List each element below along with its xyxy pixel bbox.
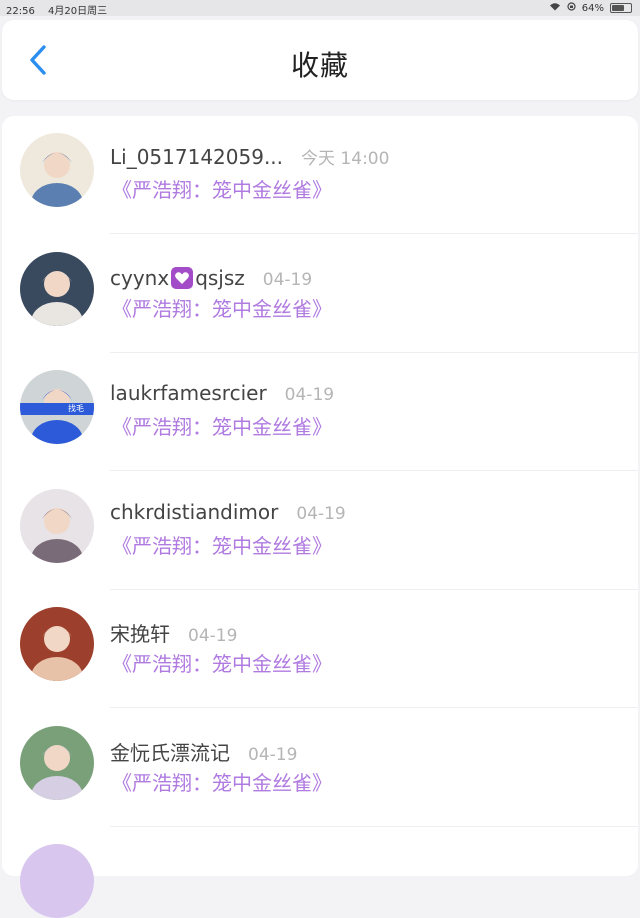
avatar[interactable] (20, 251, 94, 326)
timestamp: 04-19 (262, 269, 313, 290)
avatar[interactable] (20, 725, 94, 800)
timestamp: 04-19 (296, 503, 346, 524)
story-title-link[interactable]: 《严浩翔：笼中金丝雀》 (112, 174, 332, 203)
navigation-bar: 收藏 (2, 20, 638, 100)
user-name[interactable]: cyynx qsjsz (110, 263, 245, 290)
battery-percent: 64% (581, 2, 604, 14)
wifi-icon (549, 2, 561, 14)
page-title: 收藏 (290, 49, 349, 82)
list-item[interactable]: 找毛 laukrfamesrcier 04-19 《严浩翔：笼中金丝雀》 (2, 353, 638, 471)
user-name[interactable]: laukrfamesrcier (110, 381, 267, 405)
name-line: 宋挽轩 04-19 (110, 618, 237, 647)
story-title-link[interactable]: 《严浩翔：笼中金丝雀》 (112, 411, 332, 440)
divider (110, 825, 638, 827)
list-item[interactable]: cyynx qsjsz 04-19 《严浩翔：笼中金丝雀》 (2, 235, 638, 353)
name-line: 金忨氏漂流记 04-19 (110, 737, 297, 766)
favorites-list: Li_0517142059... 今天 14:00 《严浩翔：笼中金丝雀》 cyynx… (2, 116, 638, 918)
list-item[interactable]: 金忨氏漂流记 04-19 《严浩翔：笼中金丝雀》 (2, 709, 638, 827)
name-line: cyynx qsjsz 04-19 (110, 263, 312, 290)
avatar-caption: 找毛 (20, 403, 94, 415)
purple-heart-icon (171, 266, 194, 289)
timestamp: 04-19 (188, 626, 238, 646)
avatar[interactable]: 找毛 (20, 370, 94, 444)
user-name[interactable]: Li_0517142059... (110, 145, 283, 169)
timestamp: 今天 14:00 (301, 149, 390, 169)
timestamp: 04-19 (284, 385, 335, 405)
avatar[interactable] (20, 488, 94, 563)
user-name[interactable]: chkrdistiandimor (110, 500, 278, 524)
battery-icon (610, 3, 632, 13)
user-name-part: qsjsz (195, 265, 245, 290)
timestamp: 04-19 (248, 744, 298, 765)
avatar[interactable] (20, 844, 94, 918)
battery-level (612, 5, 624, 11)
user-name[interactable]: 宋挽轩 (110, 618, 170, 647)
status-bar: 22:56 4月20日周三 64% (0, 0, 640, 17)
story-title-link[interactable]: 《严浩翔：笼中金丝雀》 (112, 648, 332, 677)
lock-rotation-icon (567, 2, 576, 14)
list-item[interactable]: chkrdistiandimor 04-19 《严浩翔：笼中金丝雀》 (2, 472, 638, 590)
user-name-part: cyynx (110, 265, 170, 290)
list-item[interactable]: Li_0517142059... 今天 14:00 《严浩翔：笼中金丝雀》 (2, 116, 638, 234)
status-left: 22:56 4月20日周三 (6, 2, 117, 17)
avatar[interactable] (20, 607, 94, 681)
status-time: 22:56 (6, 6, 35, 17)
story-title-link[interactable]: 《严浩翔：笼中金丝雀》 (112, 293, 332, 322)
status-right: 64% (549, 2, 632, 14)
user-name[interactable]: 金忨氏漂流记 (110, 737, 230, 766)
name-line: Li_0517142059... 今天 14:00 (110, 144, 389, 169)
story-title-link[interactable]: 《严浩翔：笼中金丝雀》 (112, 530, 332, 559)
status-date: 4月20日周三 (48, 6, 108, 17)
list-item[interactable]: 宋挽轩 04-19 《严浩翔：笼中金丝雀》 (2, 590, 638, 708)
name-line: laukrfamesrcier 04-19 (110, 381, 334, 405)
name-line: chkrdistiandimor 04-19 (110, 500, 346, 524)
avatar[interactable] (20, 133, 94, 207)
story-title-link[interactable]: 《严浩翔：笼中金丝雀》 (112, 767, 332, 796)
